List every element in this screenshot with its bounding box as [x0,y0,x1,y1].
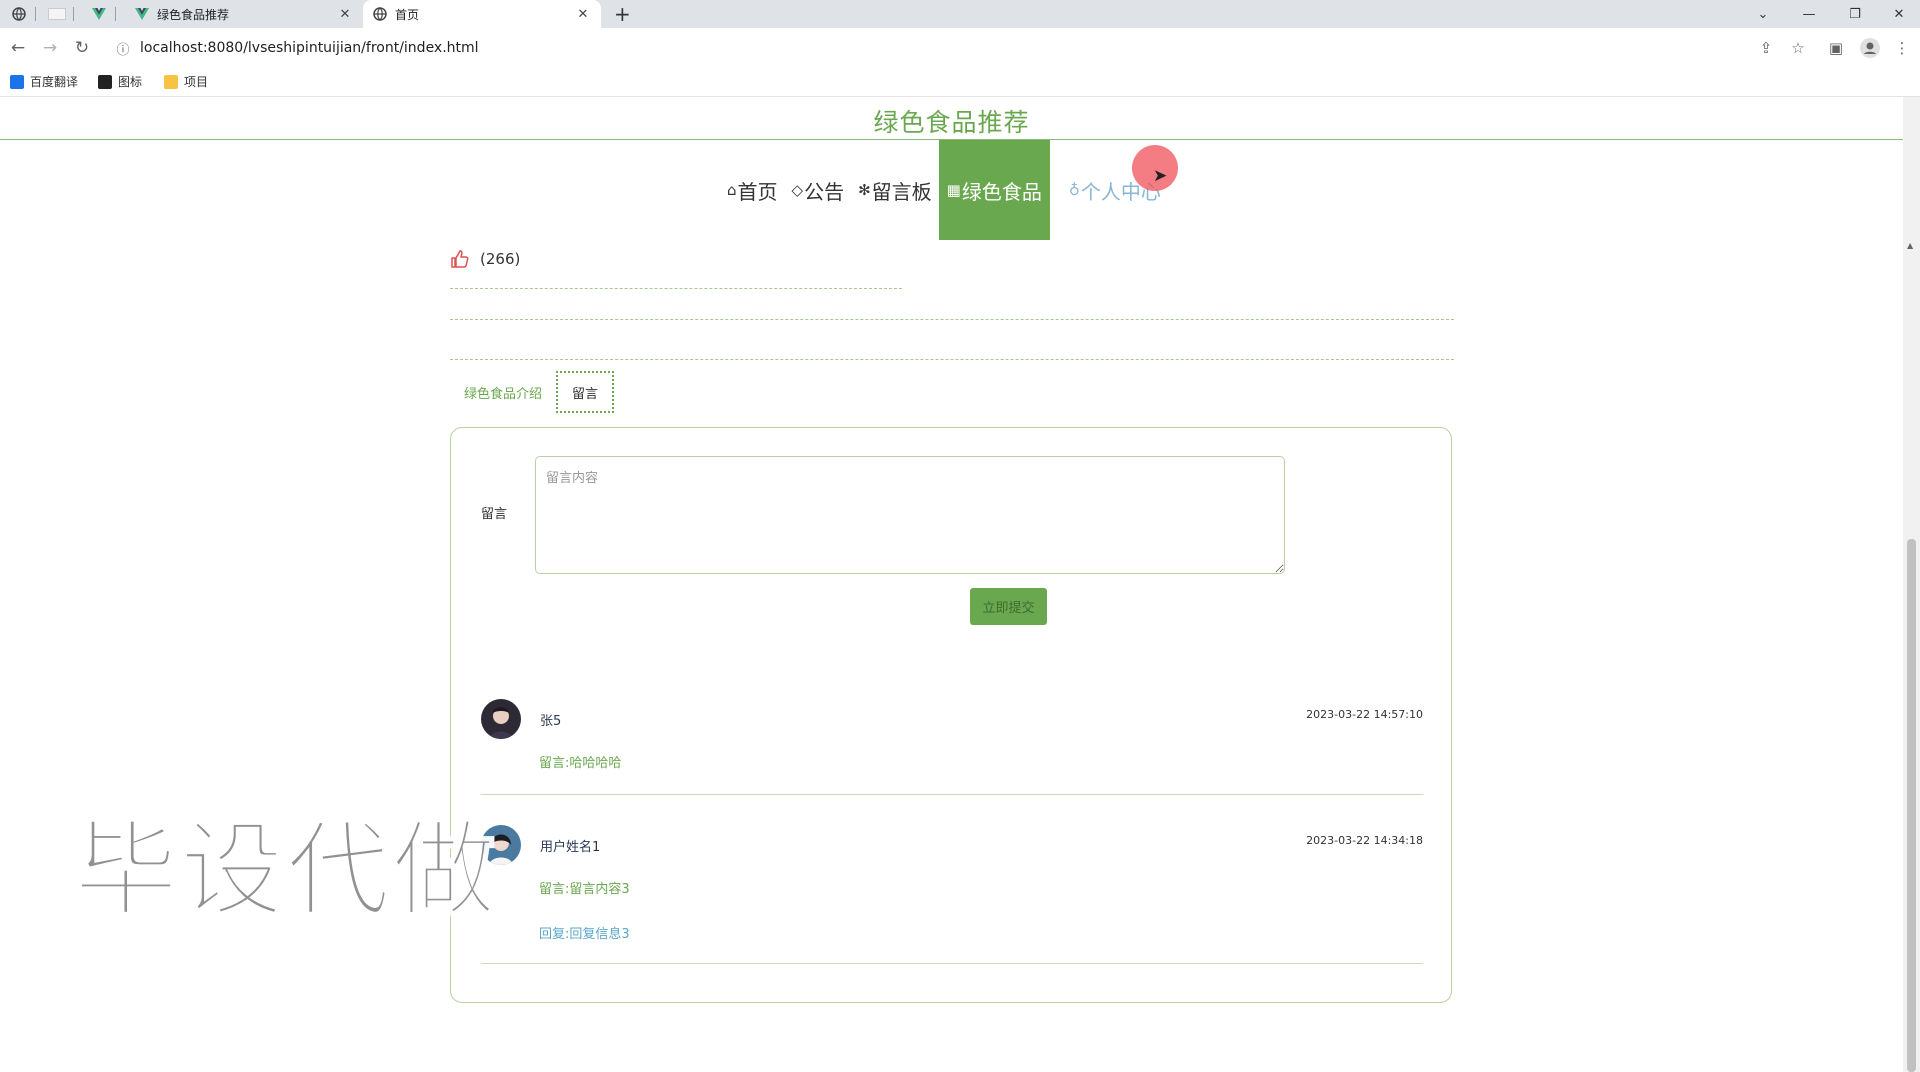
vue-logo-icon [92,8,106,20]
watermark-text: 毕设代做 [73,808,499,932]
grid-icon: ▦ [946,181,961,199]
forward-button[interactable]: → [38,36,62,60]
bookmark-label: 图标 [118,75,143,89]
info-icon[interactable]: ⓘ [114,39,132,58]
bookmark-item[interactable]: 项目 [164,73,208,90]
more-vert-icon: ⋮ [1894,39,1910,57]
thumbs-up-icon [451,250,469,268]
tab-comments[interactable]: 留言 [556,371,615,413]
bookmarks-bar: 百度翻译 图标 项目 [0,68,1920,97]
menu-button[interactable]: ⋮ [1890,36,1914,60]
divider [450,288,902,289]
main-nav: ⌂ 首页 ◇ 公告 ✻ 留言板 ▦ 绿色食品 ♁ 个人中心 [720,140,1168,240]
bookmark-item[interactable]: 百度翻译 [10,73,78,90]
back-button[interactable]: ← [6,36,30,60]
profile-button[interactable] [1858,36,1882,60]
browser-toolbar: ← → ↻ ⓘ localhost:8080/lvseshipintuijian… [0,28,1920,68]
pinned-tab-1[interactable] [2,0,36,28]
nav-home[interactable]: ⌂ 首页 [720,140,785,240]
side-panel-button[interactable]: ▣ [1824,36,1848,60]
minimize-button[interactable]: — [1786,0,1832,28]
star-icon: ☆ [1791,39,1805,57]
tag-icon: ◇ [791,181,804,199]
bookmark-label: 百度翻译 [30,75,79,89]
comment-time: 2023-03-22 14:57:10 [1306,708,1423,721]
list-item: 用户姓名1 2023-03-22 14:34:18 留言:留言内容3 回复:回复… [481,825,1423,985]
comment-form-label: 留言 [481,507,508,522]
share-icon: ⇪ [1759,39,1773,57]
avatar-icon [1860,38,1880,58]
page-content: 绿色食品推荐 ⌂ 首页 ◇ 公告 ✻ 留言板 ▦ 绿色食品 ♁ 个人中心 ➤ (… [0,97,1903,1072]
reload-icon: ↻ [74,38,90,58]
pinned-tab-3[interactable] [82,0,116,28]
arrow-right-icon: → [42,38,58,58]
vue-logo-icon [135,8,149,20]
divider [450,359,1454,360]
comment-author: 用户姓名1 [540,840,601,855]
comment-time: 2023-03-22 14:34:18 [1306,834,1423,847]
blank-page-icon [48,8,66,20]
comment-reply: 回复:回复信息3 [539,927,630,942]
tab-search-button[interactable]: ⌄ [1740,0,1786,28]
new-tab-button[interactable]: + [614,2,631,26]
comment-text: 留言:哈哈哈哈 [539,756,622,771]
address-bar[interactable]: ⓘ localhost:8080/lvseshipintuijian/front… [108,32,1808,64]
arrow-left-icon: ← [10,38,26,58]
submit-button[interactable]: 立即提交 [970,588,1047,625]
tab-green-food[interactable]: 绿色食品推荐 ✕ [125,0,363,28]
globe-icon [12,7,26,21]
asterisk-icon: ✻ [858,181,871,199]
like-button[interactable]: (266) [450,249,520,269]
close-icon[interactable]: ✕ [575,7,591,22]
folder-icon [164,74,178,89]
user-icon: ♁ [1068,181,1080,199]
tab-home[interactable]: 首页 ✕ [363,0,601,28]
browser-tab-strip: 绿色食品推荐 ✕ 首页 ✕ + ⌄ — ❐ ✕ [0,0,1920,28]
bookmark-label: 项目 [184,75,209,89]
nav-label: 留言板 [871,179,932,204]
restore-button[interactable]: ❐ [1832,0,1878,28]
comment-author: 张5 [540,714,562,729]
nav-label: 公告 [804,179,845,204]
site-title: 绿色食品推荐 [873,108,1030,137]
home-icon: ⌂ [727,181,737,199]
tab-title: 绿色食品推荐 [157,7,230,22]
chevron-down-icon: ⌄ [1757,6,1769,22]
bookmark-star-button[interactable]: ☆ [1786,36,1810,60]
detail-tabs: 绿色食品介绍 留言 [450,370,615,414]
nav-label: 首页 [737,179,778,204]
divider [450,319,1454,320]
url-text: localhost:8080/lvseshipintuijian/front/i… [140,40,479,56]
divider [481,794,1423,795]
close-icon[interactable]: ✕ [337,7,353,22]
side-panel-icon: ▣ [1828,39,1844,57]
nav-message-board[interactable]: ✻ 留言板 [851,140,939,240]
divider [481,963,1423,964]
tab-title: 首页 [395,7,420,22]
pinned-tab-2[interactable] [40,0,74,28]
tab-intro[interactable]: 绿色食品介绍 [450,371,556,413]
nav-announcement[interactable]: ◇ 公告 [785,140,852,240]
scrollbar-thumb[interactable] [1907,539,1916,1072]
reload-button[interactable]: ↻ [70,36,94,60]
translate-icon [10,74,24,89]
globe-icon [373,7,387,21]
bookmark-item[interactable]: 图标 [98,73,142,90]
nav-label: 绿色食品 [961,179,1042,204]
comment-text: 留言:留言内容3 [539,882,630,897]
mouse-pointer-icon: ➤ [1153,166,1168,186]
scroll-up-icon[interactable]: ▲ [1907,241,1913,250]
window-close-button[interactable]: ✕ [1876,0,1920,28]
image-icon [98,74,112,89]
avatar [481,699,521,739]
comment-input[interactable] [535,456,1285,574]
share-button[interactable]: ⇪ [1754,36,1778,60]
list-item: 张5 2023-03-22 14:57:10 留言:哈哈哈哈 [481,699,1423,819]
like-count: (266) [480,250,521,268]
nav-green-food[interactable]: ▦ 绿色食品 [938,140,1050,240]
page-scrollbar[interactable]: ▲ [1903,97,1920,1072]
comment-panel: 留言 立即提交 张5 2023-03-22 14:57:10 留言:哈哈哈哈 用… [450,427,1452,1003]
